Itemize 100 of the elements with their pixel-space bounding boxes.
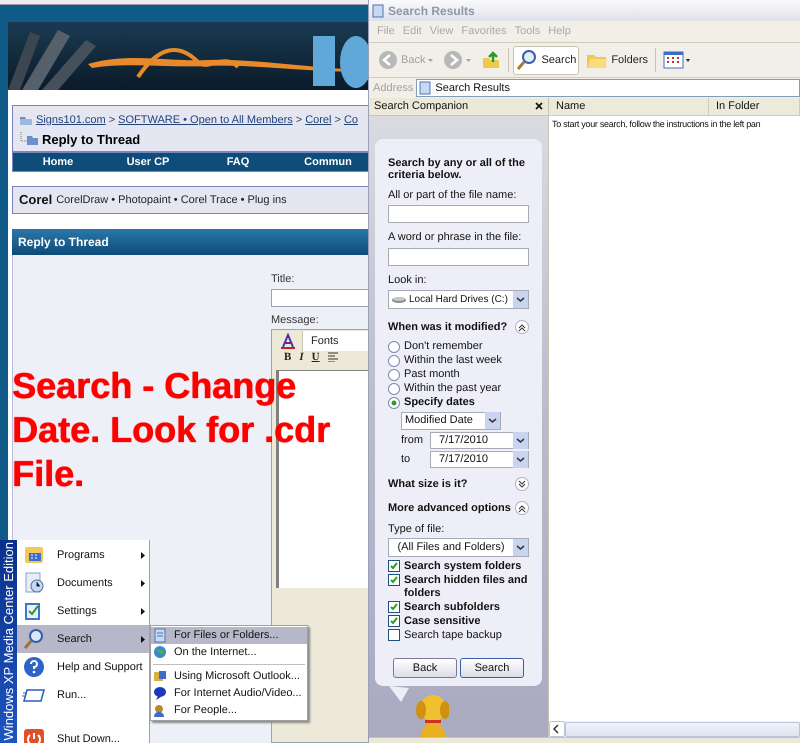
font-color-icon[interactable] <box>280 333 296 349</box>
breadcrumb-link[interactable]: Corel <box>305 112 332 128</box>
section-heading: More advanced options <box>388 501 511 516</box>
checkbox[interactable] <box>388 574 400 586</box>
file-type-dropdown[interactable]: (All Files and Folders) <box>388 538 529 557</box>
dropdown-arrow-icon <box>466 58 472 62</box>
radio-button[interactable] <box>388 354 400 366</box>
menu-item[interactable]: Settings <box>17 597 149 625</box>
submenu-item[interactable]: For Internet Audio/Video... <box>151 685 307 702</box>
look-in-dropdown[interactable]: Local Hard Drives (C:) <box>388 290 529 309</box>
edition-label: Windows XP Media Center Edition <box>0 542 17 740</box>
breadcrumb-link[interactable]: Signs101.com <box>36 112 106 128</box>
option-label: Past month <box>404 367 460 382</box>
help-icon <box>22 655 46 679</box>
person-icon <box>153 703 167 718</box>
submenu-item[interactable]: On the Internet... <box>151 644 307 661</box>
font-select[interactable]: Fonts <box>302 331 368 351</box>
window-icon <box>419 81 432 95</box>
option-label: Specify dates <box>404 395 475 410</box>
nav-link[interactable]: Commun <box>283 154 368 170</box>
folder-icon <box>19 114 33 126</box>
date-label: to <box>401 452 412 467</box>
option-label: Within the last week <box>404 353 502 368</box>
collapse-icon[interactable] <box>515 501 529 516</box>
checkbox[interactable] <box>388 615 400 627</box>
folder-tree-icon <box>19 132 39 146</box>
nav-link[interactable]: FAQ <box>193 154 283 170</box>
balloon-button[interactable]: Search <box>460 658 524 678</box>
radio-button[interactable] <box>388 340 400 352</box>
address-label: Address <box>373 80 414 96</box>
field-label: All or part of the file name: <box>388 188 518 202</box>
text-input[interactable] <box>388 205 529 223</box>
forum-title: Corel <box>19 191 52 210</box>
checkbox[interactable] <box>388 560 400 572</box>
field-label: Type of file: <box>388 522 446 536</box>
checkbox[interactable] <box>388 629 400 641</box>
option-label: Search system folders <box>404 560 522 573</box>
text-input[interactable] <box>388 248 529 266</box>
field-label: Look in: <box>388 272 428 288</box>
radio-button[interactable] <box>388 382 400 394</box>
radio-button[interactable] <box>388 368 400 380</box>
expand-icon[interactable] <box>515 476 529 491</box>
date-type-dropdown[interactable]: Modified Date <box>401 412 501 430</box>
date-field[interactable]: 7/17/2010 <box>430 450 529 468</box>
date-label: from <box>401 432 424 448</box>
speech-bubble-icon <box>153 686 167 701</box>
submenu-item[interactable]: For People... <box>151 702 307 719</box>
balloon-heading: Search by any or all of the criteria below. <box>388 156 526 180</box>
format-button[interactable]: U <box>312 351 320 363</box>
arrow-left-icon <box>378 50 398 70</box>
folder-up-icon <box>481 50 502 70</box>
address-field[interactable]: Search Results <box>416 79 800 97</box>
format-button[interactable]: I <box>299 351 304 363</box>
align-left-icon[interactable] <box>328 352 338 362</box>
annotation-text: Date. Look for .cdr <box>12 412 330 448</box>
annotation-text: File. <box>12 456 84 492</box>
close-icon[interactable] <box>535 102 543 110</box>
scroll-left-icon[interactable] <box>549 721 565 737</box>
menu-item[interactable]: Run... <box>17 681 149 709</box>
option-label: Within the past year <box>404 381 502 396</box>
menu-item[interactable]: Documents <box>17 569 149 597</box>
title-input[interactable] <box>271 288 368 306</box>
balloon-button[interactable]: Back <box>393 658 457 678</box>
pane-title: Search Companion <box>374 99 468 114</box>
checkbox[interactable] <box>388 601 400 613</box>
breadcrumb-link[interactable]: SOFTWARE • Open to All Members <box>118 112 293 128</box>
nav-link[interactable]: Home <box>13 154 103 170</box>
field-label: Message: <box>271 312 320 328</box>
radio-button[interactable] <box>388 396 400 408</box>
field-label: A word or phrase in the file: <box>388 230 522 245</box>
annotation-text: Search - Change <box>12 368 296 404</box>
breadcrumb-separator: > <box>108 113 116 128</box>
submenu-item[interactable]: Using Microsoft Outlook... <box>151 668 307 685</box>
section-header: Reply to Thread <box>12 229 368 255</box>
nav-link[interactable]: User CP <box>103 154 193 170</box>
page-title: Reply to Thread <box>42 130 140 149</box>
submenu-item[interactable]: For Files or Folders... <box>151 627 307 644</box>
views-icon <box>663 51 692 69</box>
option-label: Search hidden files and folders <box>404 574 528 600</box>
menu-item[interactable]: Help and Support <box>17 653 149 681</box>
menu-item[interactable]: Programs <box>17 541 149 569</box>
search-icon <box>516 49 538 71</box>
option-label: Case sensitive <box>404 615 480 628</box>
folders-button[interactable]: Folders <box>583 46 652 74</box>
column-header[interactable]: Name <box>549 98 709 115</box>
arrow-right-icon <box>443 50 464 70</box>
breadcrumb-separator: > <box>334 113 341 128</box>
globe-icon <box>153 645 167 660</box>
search-button[interactable]: Search <box>513 46 580 74</box>
option-label: Don't remember <box>404 339 483 354</box>
date-field[interactable]: 7/17/2010 <box>430 432 529 448</box>
subforum-links[interactable]: CorelDraw • Photopaint • Corel Trace • Plug ins <box>56 192 287 208</box>
column-header[interactable]: In Folder <box>709 98 800 115</box>
collapse-icon[interactable] <box>515 320 529 334</box>
option-label: Search subfolders <box>404 601 500 614</box>
menu-item[interactable]: Shut Down... <box>17 725 149 743</box>
drive-icon <box>392 296 406 304</box>
format-button[interactable]: B <box>284 351 292 363</box>
menu-item[interactable]: Search <box>17 625 149 653</box>
breadcrumb-link[interactable]: Co <box>344 112 358 128</box>
